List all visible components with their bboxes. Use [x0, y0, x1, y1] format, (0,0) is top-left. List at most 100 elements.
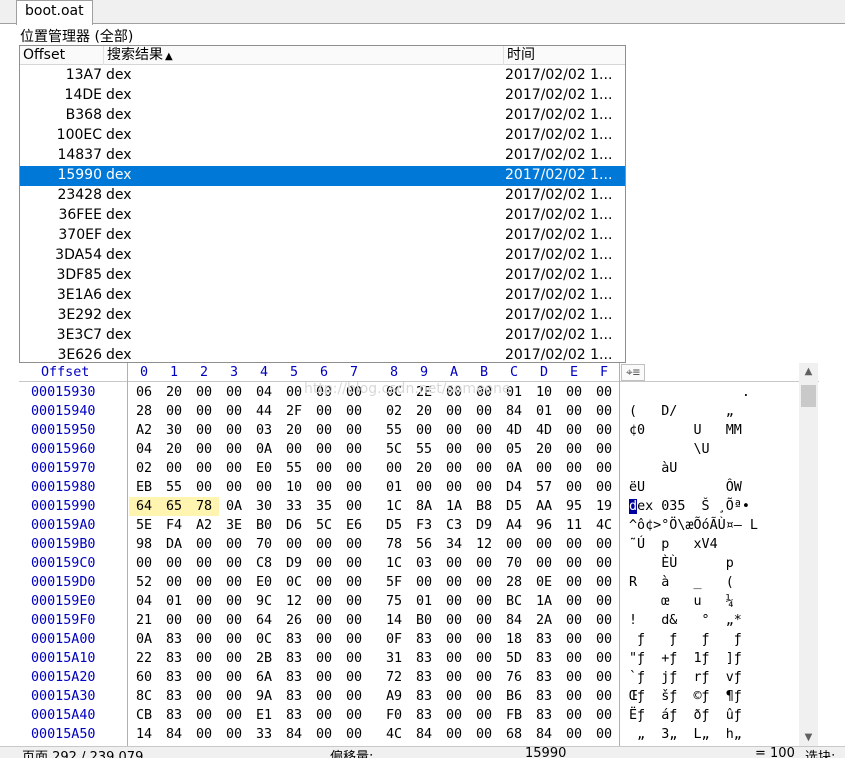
hex-byte[interactable]: 00 [309, 687, 339, 706]
ascii-text[interactable]: ^ô¢>°Ö\æÕóÃÙ¤– L [629, 516, 799, 535]
hex-byte[interactable]: 00 [219, 668, 249, 687]
hex-byte[interactable]: FB [499, 706, 529, 725]
hex-byte[interactable]: 00 [559, 725, 589, 744]
hex-byte[interactable]: 5C [309, 516, 339, 535]
hex-byte[interactable]: 00 [279, 440, 309, 459]
list-item[interactable]: 23428 dex 2017/02/02 1... [20, 186, 625, 206]
hex-byte[interactable]: 83 [409, 687, 439, 706]
hex-byte[interactable]: 02 [129, 459, 159, 478]
list-item[interactable]: 3E292 dex 2017/02/02 1... [20, 306, 625, 326]
hex-byte[interactable]: 30 [159, 421, 189, 440]
hex-byte[interactable]: 00 [439, 706, 469, 725]
hex-byte[interactable]: 83 [159, 649, 189, 668]
hex-row[interactable]: 00015A30 8C 83 00 00 9A 83 00 00 A9 83 00 00 B6 83 00 00… [19, 687, 799, 706]
hex-byte[interactable]: 28 [499, 573, 529, 592]
hex-byte[interactable]: 83 [529, 687, 559, 706]
hex-byte[interactable]: 60 [129, 668, 159, 687]
hex-byte[interactable]: 00 [589, 459, 619, 478]
hex-byte[interactable]: D4 [499, 478, 529, 497]
hex-byte[interactable]: 00 [469, 725, 499, 744]
column-header-result[interactable]: 搜索结果 ▲ [104, 46, 504, 65]
hex-byte[interactable]: 00 [339, 573, 369, 592]
hex-row[interactable]: 000159F0 21 00 00 00 64 26 00 00 14 B0 00 00 84 2A 00 00… [19, 611, 799, 630]
ascii-text[interactable]: `ƒ jƒ rƒ vƒ [629, 668, 799, 687]
hex-byte[interactable]: F4 [159, 516, 189, 535]
hex-byte[interactable]: 00 [189, 725, 219, 744]
hex-byte[interactable]: 19 [589, 497, 619, 516]
hex-byte[interactable]: 83 [279, 649, 309, 668]
hex-byte[interactable]: 00 [439, 421, 469, 440]
hex-byte[interactable]: 57 [529, 478, 559, 497]
hex-byte[interactable]: 72 [379, 668, 409, 687]
hex-byte[interactable]: D6 [279, 516, 309, 535]
hex-byte[interactable]: 00 [589, 573, 619, 592]
hex-byte[interactable]: 20 [159, 440, 189, 459]
hex-byte[interactable]: 0A [129, 630, 159, 649]
hex-byte[interactable]: 8C [129, 687, 159, 706]
hex-byte[interactable]: 83 [159, 706, 189, 725]
hex-byte[interactable]: 00 [279, 383, 309, 402]
hex-byte[interactable]: 00 [189, 611, 219, 630]
hex-byte[interactable]: 55 [159, 478, 189, 497]
hex-byte[interactable]: 4D [499, 421, 529, 440]
hex-byte[interactable]: 00 [439, 402, 469, 421]
hex-byte[interactable]: 00 [309, 383, 339, 402]
hex-byte[interactable]: B0 [409, 611, 439, 630]
hex-byte[interactable]: 20 [159, 383, 189, 402]
hex-byte[interactable]: 55 [409, 440, 439, 459]
hex-byte[interactable]: 35 [309, 497, 339, 516]
hex-byte[interactable]: B0 [249, 516, 279, 535]
ascii-text[interactable]: . [629, 383, 799, 402]
hex-byte[interactable]: 00 [339, 478, 369, 497]
hex-byte[interactable]: 56 [409, 535, 439, 554]
chevron-down-icon[interactable]: ▼ [799, 729, 818, 746]
hex-row[interactable]: 00015A00 0A 83 00 00 0C 83 00 00 0F 83 00 00 18 83 00 00… [19, 630, 799, 649]
hex-byte[interactable]: 98 [129, 535, 159, 554]
hex-byte[interactable]: 00 [339, 592, 369, 611]
hex-byte[interactable]: D5 [379, 516, 409, 535]
hex-byte[interactable]: 01 [409, 592, 439, 611]
hex-byte[interactable]: 00 [279, 535, 309, 554]
hex-byte[interactable]: 00 [339, 725, 369, 744]
hex-row[interactable]: 000159E0 04 01 00 00 9C 12 00 00 75 01 00 00 BC 1A 00 00… [19, 592, 799, 611]
hex-row[interactable]: 00015A10 22 83 00 00 2B 83 00 00 31 83 00 00 5D 83 00 00… [19, 649, 799, 668]
hex-byte[interactable]: 00 [529, 535, 559, 554]
hex-byte[interactable]: 03 [409, 554, 439, 573]
hex-byte[interactable]: 00 [589, 611, 619, 630]
hex-byte[interactable]: 00 [219, 687, 249, 706]
list-item[interactable]: 14837 dex 2017/02/02 1... [20, 146, 625, 166]
hex-byte[interactable]: 00 [559, 573, 589, 592]
hex-byte[interactable]: 00 [159, 459, 189, 478]
ascii-text[interactable]: dex 035 Š ¸Õª• [629, 497, 799, 516]
hex-byte[interactable]: 83 [279, 630, 309, 649]
ascii-text[interactable]: àU [629, 459, 799, 478]
hex-byte[interactable]: 04 [249, 383, 279, 402]
hex-byte[interactable]: A9 [379, 687, 409, 706]
list-item[interactable]: 3E1A6 dex 2017/02/02 1... [20, 286, 625, 306]
hex-byte[interactable]: 00 [219, 706, 249, 725]
hex-byte[interactable]: 64 [129, 497, 159, 516]
hex-byte[interactable]: 0C [379, 383, 409, 402]
hex-byte[interactable]: 00 [129, 554, 159, 573]
ascii-text[interactable]: ¢0 U MM [629, 421, 799, 440]
list-item[interactable]: 13A7 dex 2017/02/02 1... [20, 66, 625, 86]
hex-byte[interactable]: 00 [559, 459, 589, 478]
hex-byte[interactable]: 00 [189, 649, 219, 668]
hex-byte[interactable]: 00 [589, 630, 619, 649]
hex-byte[interactable]: E1 [249, 706, 279, 725]
hex-byte[interactable]: 00 [529, 554, 559, 573]
ascii-text[interactable]: ÈÙ p [629, 554, 799, 573]
hex-row[interactable]: 00015990 64 65 78 0A 30 33 35 00 1C 8A 1A B8 D5 AA 95 19… [19, 497, 799, 516]
hex-byte[interactable]: 00 [559, 440, 589, 459]
ascii-text[interactable]: Ëƒ áƒ ðƒ ûƒ [629, 706, 799, 725]
hex-byte[interactable]: 00 [309, 649, 339, 668]
hex-byte[interactable]: 1A [439, 497, 469, 516]
list-item[interactable]: 15990 dex 2017/02/02 1... [20, 166, 625, 186]
hex-byte[interactable]: 00 [559, 668, 589, 687]
hex-byte[interactable]: 00 [159, 554, 189, 573]
hex-byte[interactable]: 00 [219, 554, 249, 573]
hex-byte[interactable]: 00 [339, 459, 369, 478]
hex-byte[interactable]: 20 [409, 402, 439, 421]
hex-byte[interactable]: 04 [129, 440, 159, 459]
hex-byte[interactable]: 01 [529, 402, 559, 421]
